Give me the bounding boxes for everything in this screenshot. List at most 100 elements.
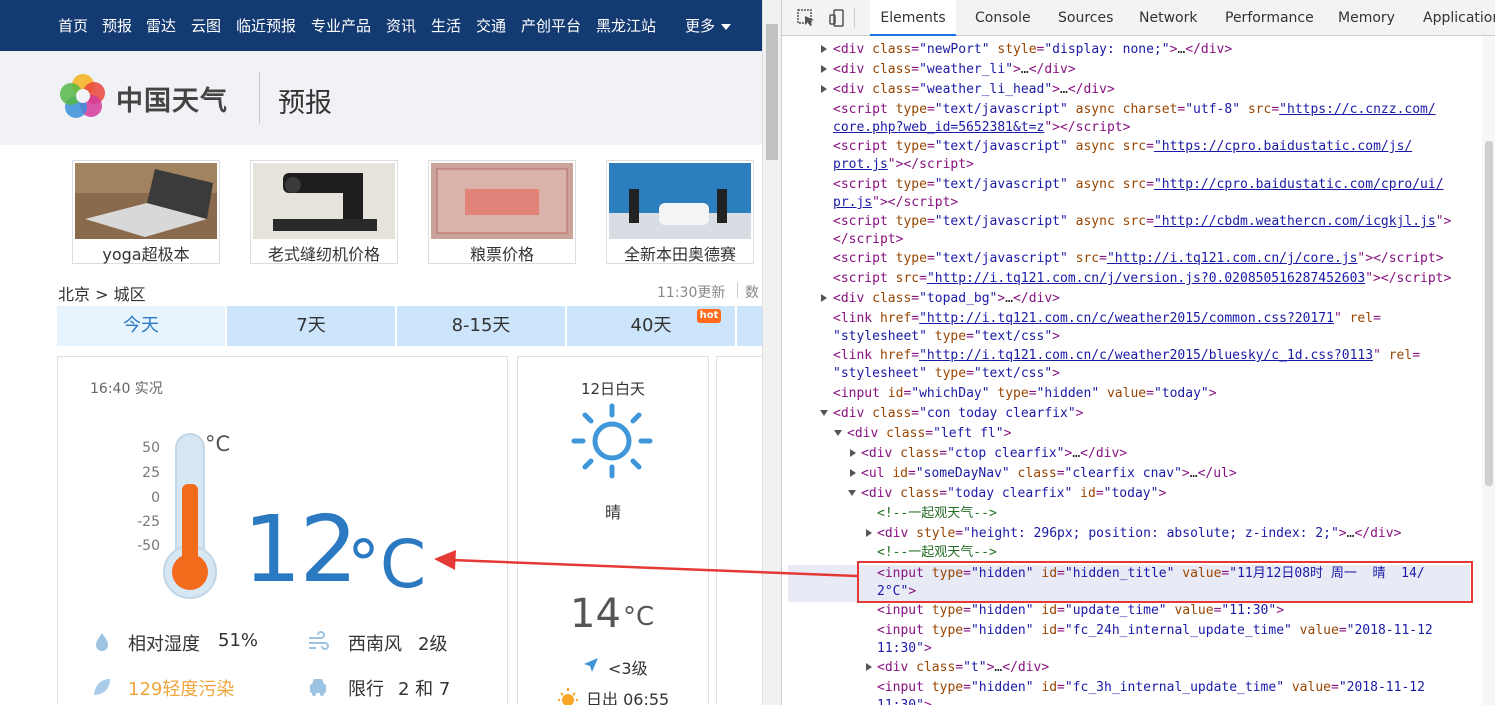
forecast-description: 晴 (604, 503, 621, 522)
top-nav: 首页 预报 雷达 云图 临近预报 专业产品 资讯 生活 交通 产创平台 黑龙江站… (0, 0, 762, 51)
ad-card-ration[interactable]: 粮票价格 (428, 160, 576, 264)
dom-node[interactable]: <link href="http://i.tq121.com.cn/c/weat… (833, 347, 1420, 366)
dom-node[interactable]: <div class="weather_li_head">…</div> (833, 81, 1115, 100)
dom-node[interactable]: <input type="hidden" id="fc_3h_internal_… (877, 679, 1425, 698)
expand-arrow-icon[interactable] (821, 85, 827, 93)
logo-icon[interactable] (58, 71, 108, 121)
tab-application[interactable]: Application (1423, 0, 1495, 36)
dom-node-cont: core.php?web_id=5652381&t=z"></script> (833, 120, 1131, 135)
dom-node[interactable]: <ul id="someDayNav" class="clearfix cnav… (861, 465, 1237, 484)
dom-node[interactable]: <div class="today clearfix" id="today"> (861, 485, 1166, 504)
ration-ticket-image (431, 163, 573, 239)
sun-icon (571, 403, 653, 479)
traffic-limit-value: 2 和 7 (398, 679, 451, 700)
dom-node[interactable]: <input type="hidden" id="fc_24h_internal… (877, 622, 1433, 641)
expand-arrow-icon[interactable] (866, 663, 872, 671)
ad-card-yoga[interactable]: yoga超极本 (72, 160, 220, 264)
wind-icon (309, 631, 329, 650)
ad-card-sewing[interactable]: 老式缝纫机价格 (250, 160, 398, 264)
nav-item-home[interactable]: 首页 (58, 17, 88, 35)
nav-more-button[interactable]: 更多 (685, 17, 732, 35)
nav-item-traffic[interactable]: 交通 (476, 17, 506, 35)
device-toolbar-icon[interactable] (828, 8, 848, 28)
expand-arrow-icon[interactable] (850, 469, 856, 477)
air-quality-label[interactable]: 129轻度污染 (128, 675, 234, 701)
sunrise-icon (558, 688, 578, 705)
dom-node[interactable]: <script type="text/javascript" async src… (833, 213, 1451, 232)
inspect-element-icon[interactable] (796, 8, 816, 28)
tab-network[interactable]: Network (1139, 0, 1197, 36)
dom-node-cont: 11:30"> (877, 641, 932, 656)
tab-7day[interactable]: 7天 (227, 306, 395, 346)
nav-item-platform[interactable]: 产创平台 (521, 17, 581, 35)
collapse-arrow-icon[interactable] (820, 410, 828, 416)
nav-item-news[interactable]: 资讯 (386, 17, 416, 35)
dom-node[interactable]: <div class="newPort" style="display: non… (833, 41, 1232, 60)
dom-comment[interactable]: <!--一起观天气--> (877, 505, 997, 524)
nav-item-cloud[interactable]: 云图 (191, 17, 221, 35)
breadcrumb[interactable]: 北京 > 城区 (58, 281, 146, 305)
dom-node[interactable]: <script src="http://i.tq121.com.cn/j/ver… (833, 270, 1451, 289)
dom-node[interactable]: <div class="con today clearfix"> (833, 405, 1083, 424)
ad-card-honda[interactable]: 全新本田奥德赛 (606, 160, 754, 264)
dom-node-cont: pr.js"></script> (833, 195, 959, 210)
dom-node[interactable]: <div class="t">…</div> (877, 659, 1049, 678)
webpage-viewport: 首页 预报 雷达 云图 临近预报 专业产品 资讯 生活 交通 产创平台 黑龙江站… (0, 0, 762, 705)
nav-item-life[interactable]: 生活 (431, 17, 461, 35)
brand-name[interactable]: 中国天气 (116, 79, 228, 118)
dom-node[interactable]: <script type="text/javascript" async src… (833, 138, 1412, 157)
tab-today[interactable]: 今天 (57, 306, 225, 346)
dom-node[interactable]: <div style="height: 296px; position: abs… (877, 525, 1401, 544)
dom-node[interactable]: <input type="hidden" id="update_time" va… (877, 602, 1284, 621)
tab-console[interactable]: Console (975, 0, 1031, 36)
devtools-scrollbar-thumb[interactable] (1485, 141, 1493, 486)
collapse-arrow-icon[interactable] (848, 490, 856, 496)
scale-label: -50 (137, 538, 160, 554)
forecast-title: 12日白天 (580, 380, 646, 398)
nav-item-forecast[interactable]: 预报 (102, 17, 132, 35)
page-scrollbar-thumb[interactable] (766, 24, 778, 160)
nav-item-nowcast[interactable]: 临近预报 (236, 17, 296, 35)
dom-node[interactable]: <div class="ctop clearfix">…</div> (861, 445, 1127, 464)
expand-arrow-icon[interactable] (821, 65, 827, 73)
elements-tree: <div class="newPort" style="display: non… (782, 36, 1495, 705)
expand-arrow-icon[interactable] (866, 529, 872, 537)
expand-arrow-icon[interactable] (850, 449, 856, 457)
chevron-down-icon (721, 23, 732, 30)
nav-item-pro[interactable]: 专业产品 (311, 17, 371, 35)
expand-arrow-icon[interactable] (821, 294, 827, 302)
ad-caption: 全新本田奥德赛 (623, 245, 736, 264)
forecast-card-next (716, 356, 762, 705)
tab-performance[interactable]: Performance (1225, 0, 1314, 36)
tab-8-15day[interactable]: 8-15天 (397, 306, 565, 346)
dom-node[interactable]: <script type="text/javascript" async cha… (833, 101, 1436, 120)
update-divider (737, 282, 738, 298)
tab-elements[interactable]: Elements (870, 0, 956, 36)
dom-node[interactable]: <script type="text/javascript" src="http… (833, 250, 1444, 269)
dom-node[interactable]: <link href="http://i.tq121.com.cn/c/weat… (833, 310, 1381, 329)
dom-node[interactable]: <input id="whichDay" type="hidden" value… (833, 385, 1217, 404)
ad-caption: 老式缝纫机价格 (267, 245, 380, 264)
dom-node[interactable]: <div class="topad_bg">…</div> (833, 290, 1060, 309)
dom-node[interactable]: <div class="left fl"> (847, 425, 1011, 444)
tab-memory[interactable]: Memory (1338, 0, 1395, 36)
nav-more-label: 更多 (685, 17, 716, 35)
tab-sources[interactable]: Sources (1058, 0, 1113, 36)
nav-item-heilongjiang[interactable]: 黑龙江站 (596, 17, 656, 35)
dom-node[interactable]: <div class="weather_li">…</div> (833, 61, 1076, 80)
thermometer-icon (163, 433, 217, 599)
page-scrollbar[interactable] (762, 0, 781, 705)
forecast-temperature: 14 (570, 591, 621, 637)
expand-arrow-icon[interactable] (821, 45, 827, 53)
dom-node-cont: "stylesheet" type="text/css"> (833, 366, 1060, 381)
dom-node-cont: </script> (833, 232, 904, 247)
scale-label: -25 (137, 514, 160, 530)
nav-item-radar[interactable]: 雷达 (146, 17, 176, 35)
devtools-scrollbar[interactable] (1482, 36, 1495, 705)
data-link[interactable]: 数 (745, 282, 759, 302)
dom-comment[interactable]: <!--一起观天气--> (877, 544, 997, 563)
laptop-image (75, 163, 217, 239)
tab-overflow[interactable] (737, 306, 762, 346)
dom-node[interactable]: <script type="text/javascript" async src… (833, 176, 1444, 195)
collapse-arrow-icon[interactable] (834, 430, 842, 436)
